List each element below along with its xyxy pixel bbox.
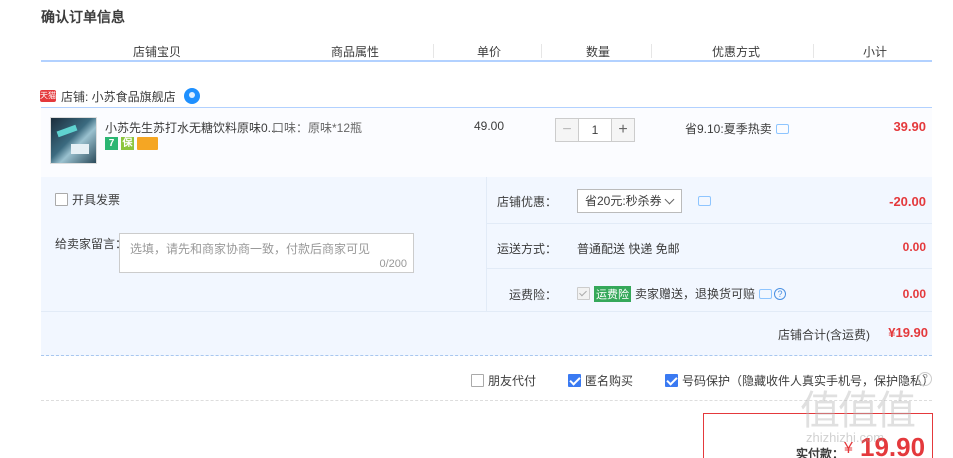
shop-total-label: 店铺合计(含运费) — [778, 328, 870, 342]
col-divider — [541, 44, 542, 58]
insurance-info: 运费险 卖家赠送，退换货可赔 ? — [577, 285, 787, 302]
anonymous-checkbox[interactable] — [568, 374, 581, 387]
discount-info: 省9.10:夏季热卖 — [685, 120, 789, 137]
col-subtotal: 小计 — [863, 45, 888, 59]
insurance-checkbox — [577, 287, 590, 300]
note-placeholder: 选填，请先和商家协商一致，付款后商家可见 — [130, 242, 371, 256]
shop-coupon-amount: -20.00 — [889, 194, 926, 209]
divider — [487, 223, 932, 224]
insurance-amount: 0.00 — [902, 287, 926, 301]
info-icon[interactable]: ? — [918, 372, 932, 386]
col-price: 单价 — [477, 45, 502, 59]
seller-note-textarea[interactable]: 选填，请先和商家协商一致，付款后商家可见 0/200 — [119, 233, 414, 273]
col-shop-item: 店铺宝贝 — [133, 45, 182, 59]
note-char-count: 0/200 — [379, 258, 407, 270]
product-thumbnail[interactable] — [50, 117, 97, 164]
order-detail-panel: 开具发票 给卖家留言： 选填，请先和商家协商一致，付款后商家可见 0/200 店… — [41, 177, 932, 311]
message-icon[interactable] — [759, 288, 773, 299]
message-icon[interactable] — [698, 196, 711, 206]
anonymous-option[interactable]: 匿名购买 — [568, 372, 633, 389]
page-title: 确认订单信息 — [41, 9, 125, 25]
col-divider — [813, 44, 814, 58]
order-options: 朋友代付 匿名购买 号码保护（隐藏收件人真实手机号，保护隐私） — [41, 357, 934, 401]
credit-card-icon[interactable] — [137, 137, 158, 150]
invoice-checkbox[interactable] — [55, 193, 68, 206]
discount-text: 省9.10:夏季热卖 — [685, 122, 772, 136]
insurance-label: 运费险： — [508, 288, 557, 302]
order-item-row: 小苏先生苏打水无糖饮料原味0... 口味：原味*12瓶 7 保 49.00 − … — [41, 107, 932, 177]
shop-coupon-label: 店铺优惠： — [496, 195, 557, 209]
friend-pay-option[interactable]: 朋友代付 — [471, 372, 536, 389]
delivery-amount: 0.00 — [902, 240, 926, 254]
delivery-label: 运送方式： — [496, 242, 557, 256]
shop-total-value: ¥19.90 — [888, 325, 928, 340]
item-subtotal: 39.90 — [893, 119, 926, 134]
invoice-option[interactable]: 开具发票 — [55, 191, 120, 208]
insurance-value: 卖家赠送，退换货可赔 — [635, 287, 756, 301]
payment-label: 实付款： — [796, 447, 845, 458]
product-property: 口味：原味*12瓶 — [272, 121, 363, 135]
shop-line: 天猫 店铺: 小苏食品旗舰店 — [40, 88, 200, 104]
help-icon[interactable]: ? — [774, 287, 787, 300]
chat-icon[interactable] — [183, 88, 200, 104]
friend-pay-checkbox[interactable] — [471, 374, 484, 387]
number-protect-checkbox[interactable] — [665, 374, 678, 387]
number-protect-label: 号码保护（隐藏收件人真实手机号，保护隐私） — [682, 374, 935, 388]
shop-total: 店铺合计(含运费) ¥19.90 — [41, 311, 932, 356]
col-divider — [433, 44, 434, 58]
service-badges: 7 保 — [105, 137, 158, 150]
chevron-down-icon — [664, 194, 675, 205]
quantity-input[interactable]: 1 — [579, 118, 611, 142]
col-property: 商品属性 — [331, 45, 380, 59]
number-protect-option[interactable]: 号码保护（隐藏收件人真实手机号，保护隐私） — [665, 372, 934, 389]
guarantee-icon[interactable]: 保 — [121, 137, 134, 150]
quantity-decrease-button[interactable]: − — [555, 118, 579, 142]
quantity-stepper: − 1 + — [555, 118, 635, 142]
col-discount: 优惠方式 — [712, 45, 761, 59]
delivery-value: 普通配送 快递 免邮 — [577, 242, 680, 256]
unit-price: 49.00 — [474, 119, 505, 133]
col-divider — [651, 44, 652, 58]
tmall-icon: 天猫 — [40, 90, 56, 102]
shop-coupon-value: 省20元:秒杀券 — [585, 194, 662, 208]
quantity-increase-button[interactable]: + — [611, 118, 635, 142]
note-label: 给卖家留言： — [55, 237, 128, 251]
payment-currency: ¥ — [844, 440, 853, 457]
shop-coupon-select[interactable]: 省20元:秒杀券 — [577, 189, 682, 213]
message-icon[interactable] — [775, 123, 789, 134]
friend-pay-label: 朋友代付 — [488, 374, 537, 388]
column-header: 店铺宝贝 商品属性 单价 数量 优惠方式 小计 — [41, 42, 932, 62]
product-name-link[interactable]: 小苏先生苏打水无糖饮料原味0... — [105, 119, 278, 136]
divider — [487, 268, 932, 269]
payment-amount: 19.90 — [860, 432, 926, 458]
shop-name-link[interactable]: 店铺: 小苏食品旗舰店 — [61, 88, 176, 105]
invoice-label: 开具发票 — [72, 193, 121, 207]
col-quantity: 数量 — [586, 45, 611, 59]
seven-day-return-icon[interactable]: 7 — [105, 137, 118, 150]
payment-summary: 实付款： ¥ 19.90 — [703, 413, 933, 458]
anonymous-label: 匿名购买 — [585, 374, 634, 388]
insurance-badge: 运费险 — [594, 285, 631, 302]
